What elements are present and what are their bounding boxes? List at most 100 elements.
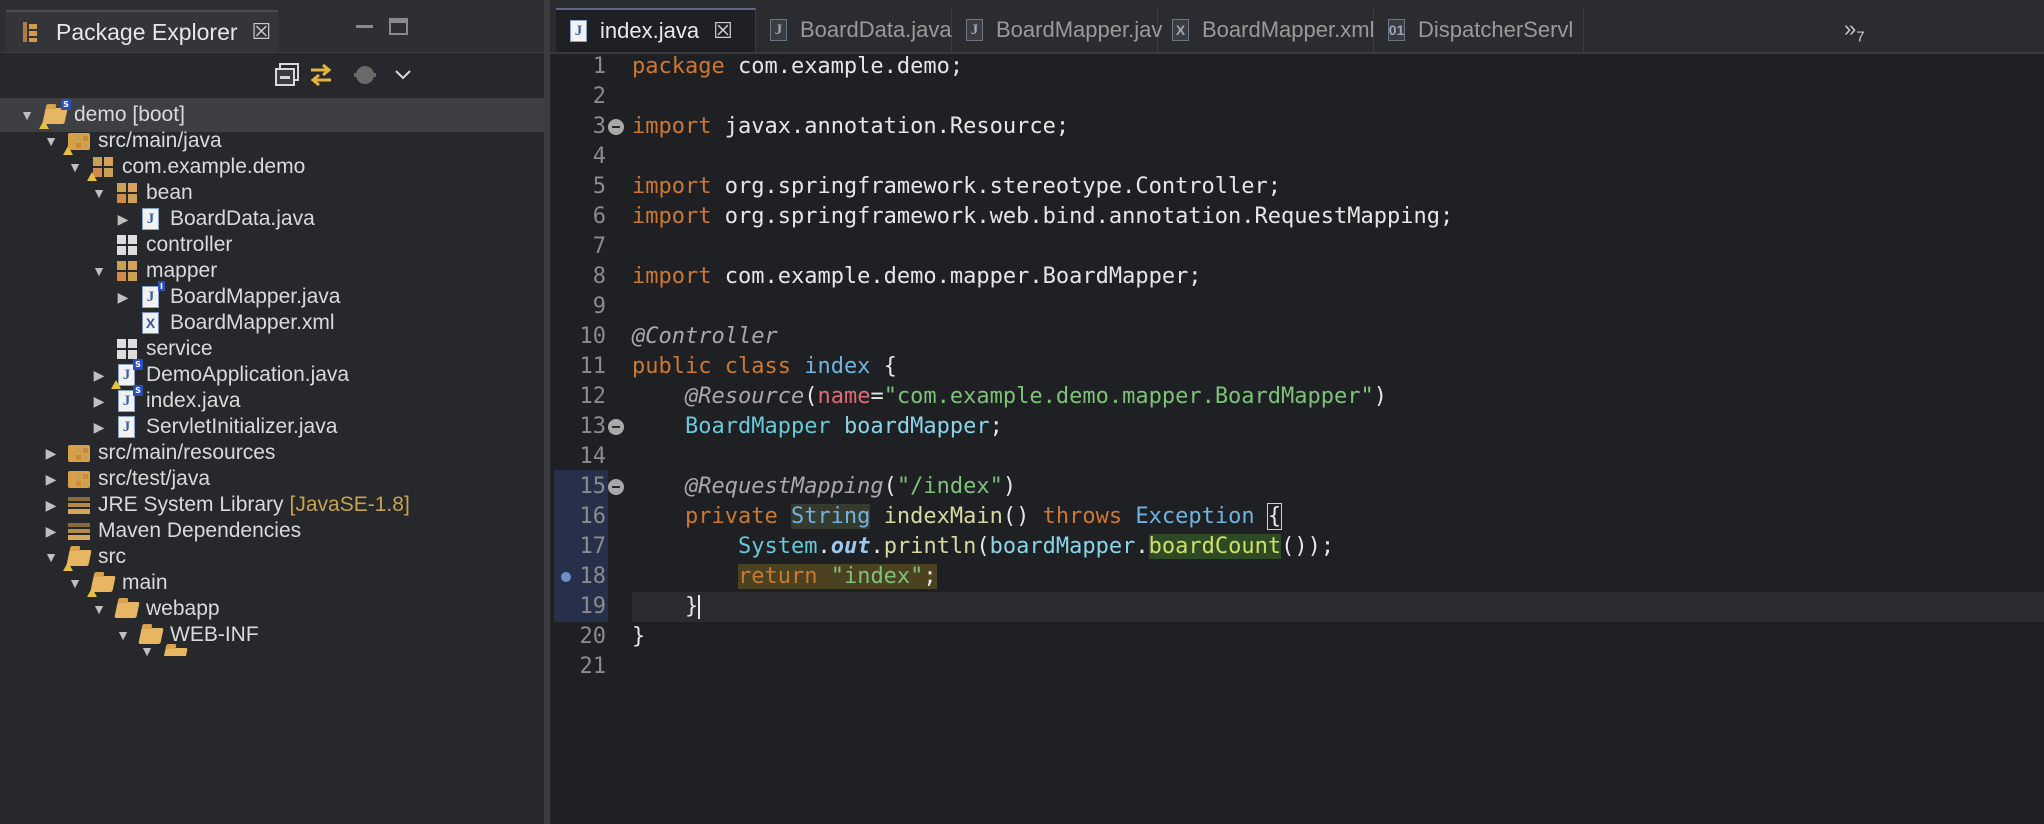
code-line-3: import javax.annotation.Resource; — [632, 114, 1070, 139]
line-number: 20 — [579, 624, 607, 649]
code-line-13: BoardMapper boardMapper; — [684, 414, 1003, 439]
eclipse-window: Package Explorer ☒ ▼ S demo [boot] ▼ src… — [0, 0, 2044, 824]
line-number: 13 — [579, 414, 607, 439]
empty-package-icon — [116, 338, 138, 360]
collapse-arrow-icon[interactable]: ▶ — [116, 211, 130, 227]
line-number: 15 — [579, 474, 607, 499]
package-explorer-tab[interactable]: Package Explorer ☒ — [6, 10, 278, 52]
expand-arrow-icon[interactable]: ▼ — [20, 107, 34, 123]
explorer-toolbar — [0, 52, 544, 98]
maven-spring-project-icon: S — [39, 99, 71, 129]
close-icon[interactable]: ☒ — [252, 19, 272, 45]
tab-boardmapper-xml[interactable]: X BoardMapper.xml — [1158, 8, 1374, 52]
fold-toggle-icon[interactable] — [608, 119, 624, 135]
java-interface-icon: JI — [140, 281, 165, 308]
code-line-8: import com.example.demo.mapper.BoardMapp… — [632, 264, 1202, 289]
tab-boarddata-java[interactable]: J BoardData.java — [756, 8, 952, 52]
line-number: 14 — [579, 444, 607, 469]
line-number: 8 — [592, 264, 606, 289]
line-number: 7 — [592, 234, 606, 259]
tree-item-partial[interactable]: ▼ — [0, 644, 544, 656]
xml-file-icon: 01 — [1386, 19, 1408, 41]
code-line-6: import org.springframework.web.bind.anno… — [632, 204, 1454, 229]
expand-arrow-icon[interactable]: ▼ — [92, 185, 106, 201]
close-icon[interactable]: ☒ — [713, 18, 733, 44]
java-file-icon: J — [568, 20, 590, 42]
java-file-icon: J — [964, 19, 986, 41]
line-number: 11 — [579, 354, 607, 379]
empty-package-icon — [116, 234, 138, 256]
package-explorer-icon — [20, 20, 42, 44]
more-tabs-button[interactable]: »7 — [1844, 16, 1865, 45]
collapse-arrow-icon[interactable]: ▶ — [92, 393, 106, 409]
tab-dispatcherservlet[interactable]: 01 DispatcherServl — [1374, 8, 1584, 52]
collapse-arrow-icon[interactable]: ▶ — [44, 497, 58, 513]
code-line-16: private String indexMain() throws Except… — [684, 503, 1283, 530]
source-folder-icon — [63, 130, 90, 155]
expand-arrow-icon[interactable]: ▼ — [140, 644, 154, 656]
expand-arrow-icon[interactable]: ▼ — [44, 133, 58, 149]
line-number: 5 — [592, 174, 606, 199]
folder-icon — [114, 598, 140, 620]
explorer-tab-bar: Package Explorer ☒ — [0, 0, 544, 53]
expand-arrow-icon[interactable]: ▼ — [116, 627, 130, 643]
expand-arrow-icon[interactable]: ▼ — [68, 575, 82, 591]
tab-label: BoardMapper.jav — [996, 17, 1163, 42]
collapse-arrow-icon[interactable]: ▶ — [116, 289, 130, 305]
minimize-icon[interactable] — [354, 18, 376, 36]
expand-arrow-icon[interactable]: ▼ — [44, 549, 58, 565]
code-line-17: System.out.println(boardMapper.boardCoun… — [737, 534, 1335, 559]
package-icon — [116, 260, 138, 282]
library-icon — [68, 520, 90, 542]
code-line-15: @RequestMapping("/index") — [684, 474, 1017, 499]
line-number: 9 — [592, 294, 606, 319]
tab-label: BoardData.java — [800, 17, 952, 42]
package-icon — [87, 156, 114, 181]
code-line-1: package com.example.demo; — [632, 54, 964, 79]
hidden-tab-count: 7 — [1856, 28, 1865, 46]
tab-boardmapper-java[interactable]: J BoardMapper.jav — [952, 8, 1162, 52]
source-folder-icon — [68, 442, 90, 464]
tab-label: BoardMapper.xml — [1202, 17, 1375, 42]
current-line-highlight — [632, 592, 2044, 622]
focus-on-active-task-icon[interactable] — [350, 60, 380, 90]
tab-label: index.java — [600, 18, 700, 43]
package-explorer-view: Package Explorer ☒ ▼ S demo [boot] ▼ src… — [0, 0, 550, 824]
line-number: 1 — [592, 54, 606, 79]
package-icon — [116, 182, 138, 204]
xml-file-icon: X — [1170, 19, 1192, 41]
maximize-icon[interactable] — [388, 18, 410, 36]
java-file-icon: JS — [116, 385, 143, 412]
line-number: 18 — [579, 564, 607, 589]
tab-index-java[interactable]: J index.java ☒ — [556, 8, 756, 52]
link-with-editor-icon[interactable] — [306, 60, 336, 90]
collapse-arrow-icon[interactable]: ▶ — [92, 419, 106, 435]
folder-icon — [87, 572, 116, 597]
line-number: 21 — [579, 654, 607, 679]
collapse-all-icon[interactable] — [272, 60, 302, 90]
collapse-arrow-icon[interactable]: ▶ — [92, 367, 106, 383]
expand-arrow-icon[interactable]: ▼ — [68, 159, 82, 175]
breakpoint-icon[interactable] — [561, 572, 571, 582]
code-line-12: @Resource(name="com.example.demo.mapper.… — [684, 384, 1388, 409]
code-editor[interactable]: 1 2 3 4 5 6 7 8 9 10 11 12 13 14 15 16 1… — [550, 52, 2044, 824]
view-menu-chevron-down-icon[interactable] — [388, 60, 418, 90]
line-number: 12 — [579, 384, 607, 409]
code-line-19: } — [632, 594, 701, 619]
expand-arrow-icon[interactable]: ▼ — [92, 601, 106, 617]
line-number: 6 — [592, 204, 606, 229]
java-file-icon: J — [768, 19, 790, 41]
line-number: 3 — [592, 114, 606, 139]
fold-toggle-icon[interactable] — [608, 419, 624, 435]
fold-toggle-icon[interactable] — [608, 479, 624, 495]
java-file-icon: J — [116, 416, 138, 438]
line-number: 4 — [592, 144, 606, 169]
collapse-arrow-icon[interactable]: ▶ — [44, 471, 58, 487]
code-line-20: } — [632, 624, 646, 649]
code-line-11: public class index { — [632, 354, 897, 379]
java-file-icon: J — [140, 208, 162, 230]
collapse-arrow-icon[interactable]: ▶ — [44, 523, 58, 539]
tab-label: DispatcherServl — [1418, 17, 1574, 42]
collapse-arrow-icon[interactable]: ▶ — [44, 445, 58, 461]
expand-arrow-icon[interactable]: ▼ — [92, 263, 106, 279]
